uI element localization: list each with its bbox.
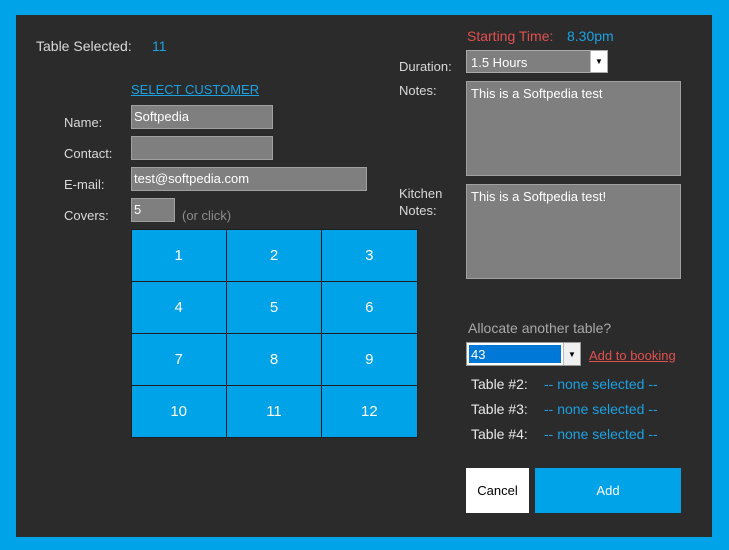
duration-dropdown[interactable]: 1.5 Hours ▼ xyxy=(466,50,608,73)
numpad-key-9[interactable]: 9 xyxy=(321,332,418,386)
table-4-label: Table #4: xyxy=(471,426,528,442)
numpad-key-8[interactable]: 8 xyxy=(225,332,323,386)
notes-textarea[interactable]: This is a Softpedia test xyxy=(466,81,681,176)
table-3-value: -- none selected -- xyxy=(544,401,658,417)
numpad-key-4[interactable]: 4 xyxy=(130,280,227,334)
add-to-booking-link[interactable]: Add to booking xyxy=(589,348,676,363)
allocate-label: Allocate another table? xyxy=(468,320,612,336)
chevron-down-icon[interactable]: ▼ xyxy=(563,343,580,365)
numpad-key-1[interactable]: 1 xyxy=(130,228,227,282)
chevron-down-icon[interactable]: ▼ xyxy=(590,51,607,72)
table-2-label: Table #2: xyxy=(471,376,528,392)
covers-label: Covers: xyxy=(64,208,109,223)
kitchen-label-line2: Notes: xyxy=(399,203,437,218)
allocate-value: 43 xyxy=(471,347,486,362)
table-4-value: -- none selected -- xyxy=(544,426,658,442)
numpad-key-6[interactable]: 6 xyxy=(321,280,418,334)
cancel-button[interactable]: Cancel xyxy=(466,468,529,513)
notes-label: Notes: xyxy=(399,83,437,98)
numpad-key-10[interactable]: 10 xyxy=(130,384,227,438)
email-field[interactable]: test@softpedia.com xyxy=(131,167,367,191)
name-field[interactable]: Softpedia xyxy=(131,105,273,129)
duration-label: Duration: xyxy=(399,59,452,74)
starting-time-label: Starting Time: xyxy=(467,28,554,44)
table-3-label: Table #3: xyxy=(471,401,528,417)
email-label: E-mail: xyxy=(64,177,105,192)
table-2-value: -- none selected -- xyxy=(544,376,658,392)
numpad-key-3[interactable]: 3 xyxy=(321,228,418,282)
numpad-key-5[interactable]: 5 xyxy=(225,280,323,334)
numpad-key-11[interactable]: 11 xyxy=(225,384,323,438)
contact-field[interactable] xyxy=(131,136,273,160)
numpad-key-2[interactable]: 2 xyxy=(225,228,323,282)
table-selected-value: 11 xyxy=(152,38,167,54)
allocate-table-dropdown[interactable]: 43 ▼ xyxy=(466,342,581,366)
starting-time-value: 8.30pm xyxy=(567,28,614,44)
covers-numpad: 1 2 3 4 5 6 7 8 9 10 11 12 xyxy=(130,228,418,438)
select-customer-link[interactable]: SELECT CUSTOMER xyxy=(131,82,259,97)
kitchen-notes-textarea[interactable]: This is a Softpedia test! xyxy=(466,184,681,279)
name-label: Name: xyxy=(64,115,103,130)
numpad-key-12[interactable]: 12 xyxy=(321,384,418,438)
duration-value: 1.5 Hours xyxy=(471,55,528,70)
contact-label: Contact: xyxy=(64,146,113,161)
table-selected-label: Table Selected: xyxy=(36,38,132,54)
covers-field[interactable]: 5 xyxy=(131,198,175,222)
add-button[interactable]: Add xyxy=(535,468,681,513)
covers-hint: (or click) xyxy=(182,208,232,223)
kitchen-label-line1: Kitchen xyxy=(399,186,443,201)
numpad-key-7[interactable]: 7 xyxy=(130,332,227,386)
booking-panel: Table Selected: 11 SELECT CUSTOMER Name:… xyxy=(16,15,712,537)
